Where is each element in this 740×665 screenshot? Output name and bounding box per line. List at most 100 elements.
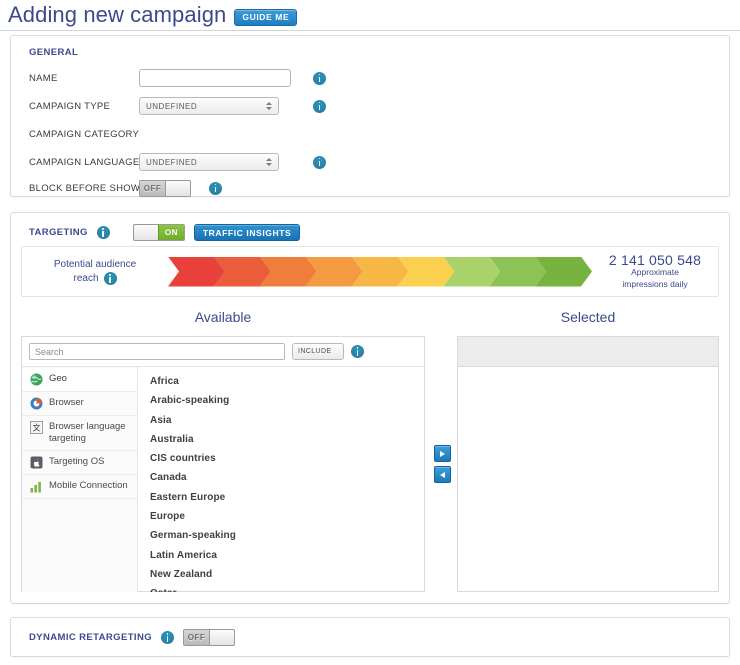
field-row-block-before-show: BLOCK BEFORE SHOW OFF bbox=[29, 178, 222, 198]
arrow-right-icon bbox=[440, 450, 445, 457]
block-before-show-toggle[interactable]: OFF bbox=[139, 179, 191, 197]
available-option[interactable]: Africa bbox=[150, 372, 424, 391]
svg-text:文: 文 bbox=[33, 423, 41, 433]
targeting-section-title: TARGETING bbox=[29, 227, 88, 238]
targeting-category-item[interactable]: Geo bbox=[22, 368, 137, 392]
dynamic-retargeting-panel: DYNAMIC RETARGETING OFF bbox=[10, 617, 730, 657]
campaign-type-value: UNDEFINED bbox=[146, 101, 198, 111]
available-option[interactable]: Europe bbox=[150, 507, 424, 526]
targeting-category-label: Browser bbox=[49, 397, 84, 408]
targeting-category-list: Geo Browser 文 Browser language targeting Tar… bbox=[22, 367, 138, 592]
move-left-button[interactable] bbox=[434, 466, 451, 483]
available-option[interactable]: German-speaking bbox=[150, 526, 424, 545]
info-icon-include[interactable] bbox=[351, 345, 364, 358]
available-option[interactable]: Latin America bbox=[150, 546, 424, 565]
targeting-category-label: Mobile Connection bbox=[49, 480, 128, 491]
selected-header-strip bbox=[458, 337, 718, 367]
targeting-category-item[interactable]: Browser bbox=[22, 392, 137, 416]
chevron-updown-icon bbox=[266, 158, 272, 166]
targeting-panel: TARGETING ON TRAFFIC INSIGHTS Potential … bbox=[10, 212, 730, 604]
reach-label: Potential audience reach bbox=[22, 258, 168, 286]
info-icon-reach[interactable] bbox=[103, 272, 117, 285]
targeting-header-row: TARGETING ON TRAFFIC INSIGHTS bbox=[29, 224, 301, 241]
available-options-list: Africa Arabic-speaking Asia Australia CIS co… bbox=[138, 367, 424, 592]
info-icon-campaign-type[interactable] bbox=[313, 99, 326, 113]
info-icon-dynamic-retargeting[interactable] bbox=[161, 631, 175, 644]
field-label-block-before-show: BLOCK BEFORE SHOW bbox=[29, 182, 141, 194]
reach-label-line2-wrap: reach bbox=[22, 272, 168, 286]
chevron-updown-icon bbox=[266, 102, 272, 110]
targeting-category-label: Targeting OS bbox=[49, 456, 105, 467]
general-panel: GENERAL NAME CAMPAIGN TYPE UNDEFINED CAM… bbox=[10, 35, 730, 197]
guide-me-button[interactable]: GUIDE ME bbox=[234, 8, 298, 26]
browser-icon bbox=[30, 397, 43, 410]
name-input[interactable] bbox=[139, 69, 291, 87]
reach-impressions-value: 2 141 050 548 bbox=[608, 251, 702, 268]
signal-bars-icon bbox=[30, 480, 43, 493]
page-title: Adding new campaign bbox=[8, 2, 227, 27]
toggle-knob: ON bbox=[157, 225, 184, 240]
available-option[interactable]: New Zealand bbox=[150, 565, 424, 584]
reach-label-line2: reach bbox=[73, 272, 99, 284]
available-option[interactable]: Eastern Europe bbox=[150, 488, 424, 507]
targeting-category-item[interactable]: Mobile Connection bbox=[22, 475, 137, 499]
transfer-buttons bbox=[434, 445, 451, 483]
available-body: Geo Browser 文 Browser language targeting Tar… bbox=[22, 367, 424, 592]
available-heading: Available bbox=[194, 309, 252, 325]
targeting-category-item[interactable]: Targeting OS bbox=[22, 451, 137, 475]
info-icon-block-before-show[interactable] bbox=[209, 181, 222, 195]
field-label-campaign-language: CAMPAIGN LANGUAGE bbox=[29, 156, 140, 168]
reach-label-line1: Potential audience bbox=[53, 258, 137, 270]
reach-segment bbox=[168, 257, 225, 287]
available-option[interactable]: Qatar bbox=[150, 584, 424, 592]
toggle-knob: OFF bbox=[184, 630, 211, 645]
selected-box[interactable] bbox=[457, 336, 719, 592]
available-option[interactable]: Canada bbox=[150, 468, 424, 487]
info-icon-campaign-language[interactable] bbox=[313, 155, 326, 169]
targeting-toggle[interactable]: ON bbox=[132, 224, 185, 241]
field-row-campaign-type: CAMPAIGN TYPE UNDEFINED bbox=[29, 96, 326, 116]
dynamic-retargeting-row: DYNAMIC RETARGETING OFF bbox=[29, 629, 236, 646]
campaign-language-value: UNDEFINED bbox=[146, 157, 198, 167]
campaign-editor-page: Adding new campaign GUIDE ME GENERAL NAM… bbox=[0, 0, 740, 665]
language-icon: 文 bbox=[30, 421, 43, 434]
general-section-title: GENERAL bbox=[29, 47, 79, 58]
campaign-type-select[interactable]: UNDEFINED bbox=[139, 97, 279, 115]
targeting-category-label: Browser language targeting bbox=[49, 421, 126, 444]
field-label-campaign-category: CAMPAIGN CATEGORY bbox=[29, 128, 140, 140]
dynamic-retargeting-title: DYNAMIC RETARGETING bbox=[29, 632, 153, 643]
reach-value-block: 2 141 050 548 Approximate impressions da… bbox=[592, 251, 718, 290]
campaign-language-select[interactable]: UNDEFINED bbox=[139, 153, 279, 171]
field-label-name: NAME bbox=[29, 72, 58, 84]
available-box: INCLUDE Geo Browser 文 Browser language targ… bbox=[21, 336, 425, 592]
reach-gradient-chevron-bar bbox=[168, 257, 592, 287]
reach-sub-line2: impressions daily bbox=[622, 278, 688, 289]
field-row-name: NAME bbox=[29, 68, 326, 88]
dynamic-retargeting-toggle[interactable]: OFF bbox=[183, 629, 236, 646]
available-option[interactable]: Australia bbox=[150, 430, 424, 449]
toggle-knob: OFF bbox=[140, 180, 166, 196]
selected-heading: Selected bbox=[560, 309, 616, 325]
field-row-campaign-category: CAMPAIGN CATEGORY bbox=[29, 124, 139, 144]
page-header: Adding new campaign GUIDE ME bbox=[0, 0, 740, 31]
selected-items-list bbox=[458, 367, 718, 372]
globe-icon bbox=[30, 373, 43, 386]
available-option[interactable]: CIS countries bbox=[150, 449, 424, 468]
available-option[interactable]: Asia bbox=[150, 411, 424, 430]
include-value: INCLUDE bbox=[298, 348, 332, 355]
os-icon bbox=[30, 456, 43, 469]
available-option[interactable]: Arabic-speaking bbox=[150, 391, 424, 410]
targeting-category-item[interactable]: 文 Browser language targeting bbox=[22, 416, 137, 451]
info-icon-name[interactable] bbox=[313, 71, 326, 85]
move-right-button[interactable] bbox=[434, 445, 451, 462]
traffic-insights-button[interactable]: TRAFFIC INSIGHTS bbox=[193, 224, 301, 241]
field-label-campaign-type: CAMPAIGN TYPE bbox=[29, 100, 111, 112]
arrow-left-icon bbox=[440, 471, 445, 478]
search-input[interactable] bbox=[29, 343, 285, 360]
available-toolbar: INCLUDE bbox=[22, 337, 424, 367]
include-exclude-select[interactable]: INCLUDE bbox=[292, 343, 344, 360]
info-icon-targeting[interactable] bbox=[96, 226, 110, 239]
targeting-category-label: Geo bbox=[49, 373, 67, 384]
potential-audience-reach-box: Potential audience reach 2 141 050 548 A… bbox=[21, 246, 719, 297]
field-row-campaign-language: CAMPAIGN LANGUAGE UNDEFINED bbox=[29, 152, 326, 172]
